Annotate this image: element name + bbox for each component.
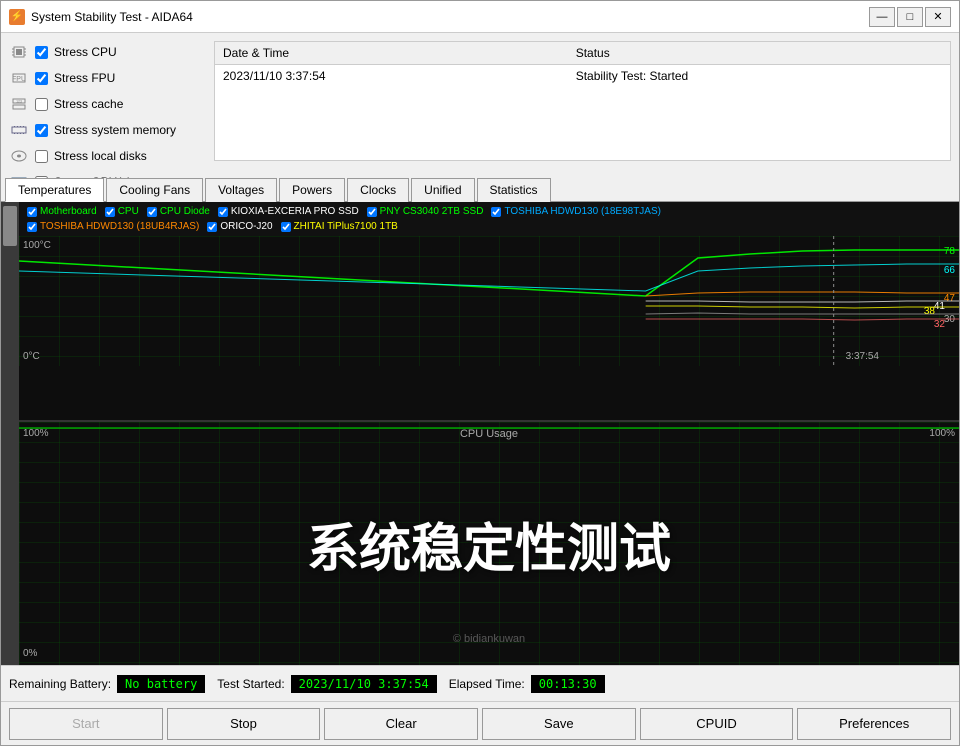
stress-memory-checkbox[interactable] (35, 124, 48, 137)
status-row-1: 2023/11/10 3:37:54 Stability Test: Start… (215, 65, 950, 88)
stress-cpu-row: Stress CPU (9, 41, 198, 63)
disk-icon (9, 148, 29, 164)
tab-powers[interactable]: Powers (279, 178, 345, 202)
stress-fpu-row: FPU Stress FPU (9, 67, 198, 89)
top-section: Stress CPU FPU Stress FPU (1, 33, 959, 178)
start-button[interactable]: Start (9, 708, 163, 740)
title-bar-controls: — □ ✕ (869, 7, 951, 27)
close-button[interactable]: ✕ (925, 7, 951, 27)
button-bar: Start Stop Clear Save CPUID Preferences (1, 701, 959, 745)
status-datetime: 2023/11/10 3:37:54 (215, 65, 568, 88)
legend-label-cpu: CPU (118, 206, 139, 217)
battery-value: No battery (117, 675, 205, 693)
legend-cpu-diode: CPU Diode (147, 206, 210, 217)
memory-icon (9, 122, 29, 138)
stress-fpu-checkbox[interactable] (35, 72, 48, 85)
legend-cpu: CPU (105, 206, 139, 217)
clear-button[interactable]: Clear (324, 708, 478, 740)
app-icon: ⚡ (9, 9, 25, 25)
status-table: Date & Time Status 2023/11/10 3:37:54 St… (214, 41, 951, 161)
legend-toshiba1: TOSHIBA HDWD130 (18E98TJAS) (491, 206, 661, 217)
minimize-button[interactable]: — (869, 7, 895, 27)
svg-text:123: 123 (16, 100, 22, 104)
test-started-info: Test Started: 2023/11/10 3:37:54 (217, 675, 436, 693)
stress-options-panel: Stress CPU FPU Stress FPU (1, 33, 206, 178)
title-bar-left: ⚡ System Stability Test - AIDA64 (9, 9, 193, 25)
title-bar: ⚡ System Stability Test - AIDA64 — □ ✕ (1, 1, 959, 33)
legend-label-orico: ORICO-J20 (220, 221, 272, 232)
legend-pny: PNY CS3040 2TB SSD (367, 206, 484, 217)
col-status: Status (568, 42, 950, 65)
legend-label-toshiba2: TOSHIBA HDWD130 (18UB4RJAS) (40, 221, 199, 232)
legend-label-cpu-diode: CPU Diode (160, 206, 210, 217)
main-window: ⚡ System Stability Test - AIDA64 — □ ✕ (0, 0, 960, 746)
legend-label-pny: PNY CS3040 2TB SSD (380, 206, 484, 217)
left-scrollbar[interactable] (1, 202, 19, 665)
save-button[interactable]: Save (482, 708, 636, 740)
chart-legend-row1: Motherboard CPU CPU Diode (19, 202, 959, 221)
chart-legend-row2: TOSHIBA HDWD130 (18UB4RJAS) ORICO-J20 ZH… (19, 221, 959, 236)
cpu-usage-chart: CPU Usage 系统稳定性测试 © bidiankuwan 100% 100… (19, 422, 959, 665)
status-panel: Date & Time Status 2023/11/10 3:37:54 St… (206, 33, 959, 178)
stress-memory-label: Stress system memory (54, 123, 176, 137)
elapsed-value: 00:13:30 (531, 675, 605, 693)
tab-unified[interactable]: Unified (411, 178, 474, 202)
legend-label-toshiba1: TOSHIBA HDWD130 (18E98TJAS) (504, 206, 661, 217)
cpu-watermark: 系统稳定性测试 (307, 506, 671, 581)
stop-button[interactable]: Stop (167, 708, 321, 740)
scrollbar-thumb[interactable] (3, 206, 17, 246)
legend-label-kioxia: KIOXIA-EXCERIA PRO SSD (231, 206, 359, 217)
legend-toshiba2: TOSHIBA HDWD130 (18UB4RJAS) (27, 221, 199, 232)
elapsed-info: Elapsed Time: 00:13:30 (449, 675, 605, 693)
chart-area: Motherboard CPU CPU Diode (1, 202, 959, 665)
col-datetime: Date & Time (215, 42, 568, 65)
legend-label-motherboard: Motherboard (40, 206, 97, 217)
cpu-chart-title: CPU Usage (460, 428, 518, 440)
bottom-info-bar: Remaining Battery: No battery Test Start… (1, 665, 959, 701)
stress-memory-row: Stress system memory (9, 119, 198, 141)
legend-orico: ORICO-J20 (207, 221, 272, 232)
status-text: Stability Test: Started (568, 65, 950, 88)
stress-cache-row: 123 Stress cache (9, 93, 198, 115)
legend-zhitai: ZHITAI TiPlus7100 1TB (281, 221, 398, 232)
stress-fpu-label: Stress FPU (54, 71, 115, 85)
window-title: System Stability Test - AIDA64 (31, 10, 193, 24)
tab-temperatures[interactable]: Temperatures (5, 178, 104, 202)
tab-voltages[interactable]: Voltages (205, 178, 277, 202)
stress-cpu-label: Stress CPU (54, 45, 117, 59)
tab-bar: Temperatures Cooling Fans Voltages Power… (1, 178, 959, 202)
cpu-copyright: © bidiankuwan (453, 633, 525, 645)
legend-motherboard: Motherboard (27, 206, 97, 217)
stress-cache-checkbox[interactable] (35, 98, 48, 111)
temp-chart-graph: 100°C 0°C 3:37:54 78 66 47 41 38 30 32 (19, 236, 959, 366)
temperature-chart: Motherboard CPU CPU Diode (19, 202, 959, 422)
battery-info: Remaining Battery: No battery (9, 675, 205, 693)
elapsed-label: Elapsed Time: (449, 677, 525, 691)
test-started-value: 2023/11/10 3:37:54 (291, 675, 437, 693)
stress-cache-label: Stress cache (54, 97, 123, 111)
tab-cooling-fans[interactable]: Cooling Fans (106, 178, 203, 202)
cpu-icon (9, 44, 29, 60)
stress-disks-label: Stress local disks (54, 149, 147, 163)
preferences-button[interactable]: Preferences (797, 708, 951, 740)
window-body: Stress CPU FPU Stress FPU (1, 33, 959, 745)
tab-clocks[interactable]: Clocks (347, 178, 409, 202)
svg-text:FPU: FPU (12, 76, 26, 83)
test-started-label: Test Started: (217, 677, 284, 691)
legend-kioxia: KIOXIA-EXCERIA PRO SSD (218, 206, 359, 217)
fpu-icon: FPU (9, 70, 29, 86)
maximize-button[interactable]: □ (897, 7, 923, 27)
cpuid-button[interactable]: CPUID (640, 708, 794, 740)
legend-label-zhitai: ZHITAI TiPlus7100 1TB (294, 221, 398, 232)
stress-disks-row: Stress local disks (9, 145, 198, 167)
stress-disks-checkbox[interactable] (35, 150, 48, 163)
tab-statistics[interactable]: Statistics (477, 178, 551, 202)
cache-icon: 123 (9, 96, 29, 112)
stress-cpu-checkbox[interactable] (35, 46, 48, 59)
battery-label: Remaining Battery: (9, 677, 111, 691)
